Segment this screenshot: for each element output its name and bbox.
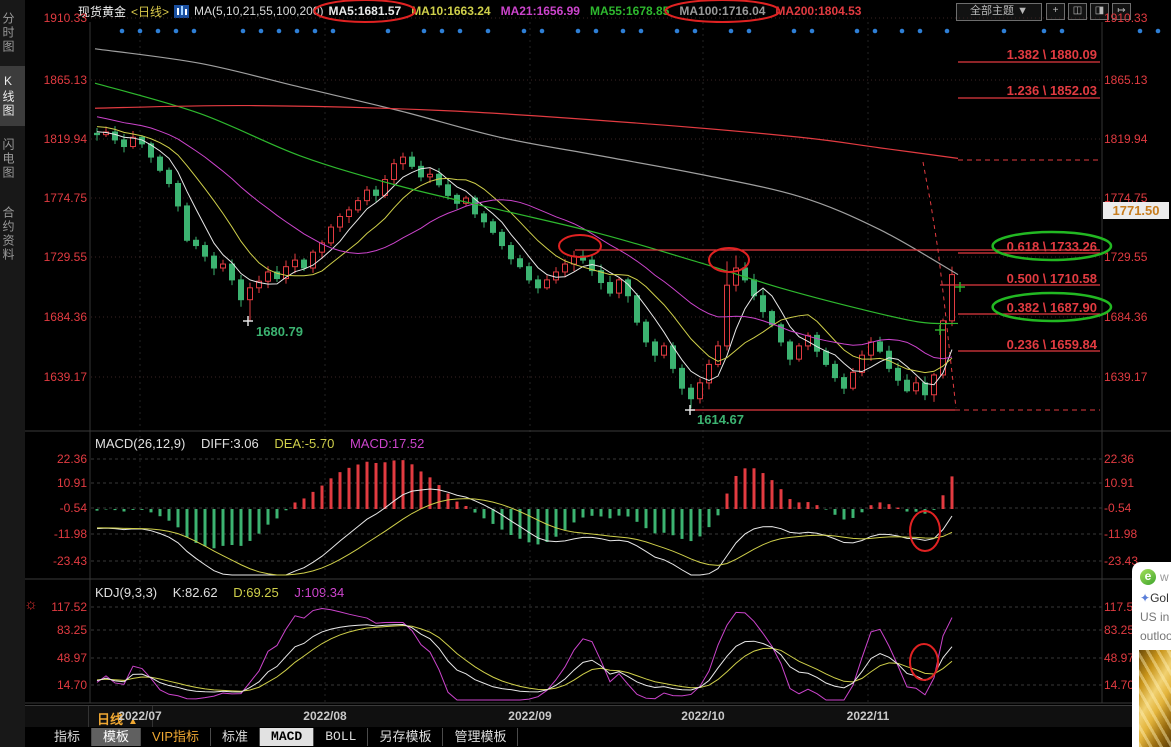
date-axis-label: 2022/09 xyxy=(508,709,551,723)
trading-terminal: 分时图 K线图闪电图合约资料 现货黄金<日线> MA(5,10,21,55,100… xyxy=(0,0,1171,747)
gold-bars-image xyxy=(1139,650,1171,747)
fib-level-label: 1.382 \ 1880.09 xyxy=(955,47,1097,62)
macd-tick-right: -0.54 xyxy=(1104,501,1168,515)
macd-tick-left: -11.98 xyxy=(26,527,87,541)
kdj-tick-left: 83.25 xyxy=(26,623,87,637)
macd-tick-right: -11.98 xyxy=(1104,527,1168,541)
bottom-tab[interactable]: 标准 xyxy=(211,728,260,746)
kdj-j-value: J:109.34 xyxy=(294,585,344,600)
macd-tick-left: -0.54 xyxy=(26,501,87,515)
bottom-tab[interactable]: 指标 xyxy=(43,728,92,746)
popup-headline: Gol xyxy=(1150,591,1169,605)
kdj-d-value: D:69.25 xyxy=(233,585,279,600)
price-tick-right: 1684.36 xyxy=(1104,310,1168,324)
bottom-tab[interactable]: BOLL xyxy=(314,728,368,746)
price-tick-left: 1865.13 xyxy=(26,73,87,87)
chart-canvas[interactable] xyxy=(90,22,1102,703)
macd-diff-value: DIFF:3.06 xyxy=(201,436,259,451)
time-axis-bar: 日线▲ 2022/072022/082022/092022/102022/11 xyxy=(25,705,1171,728)
macd-tick-left: -23.43 xyxy=(26,554,87,568)
macd-tick-right: 22.36 xyxy=(1104,452,1168,466)
bottom-tab-bar: 指标模板VIP指标标准MACDBOLL另存模板管理模板 xyxy=(25,727,1171,747)
ma-value: MA5:1681.57 xyxy=(328,4,401,18)
price-tick-left: 1684.36 xyxy=(26,310,87,324)
sidebar-item-3[interactable]: 闪电图 xyxy=(0,130,25,188)
price-tick-left: 1910.33 xyxy=(26,11,87,25)
browser-e-icon: e xyxy=(1140,569,1156,585)
price-tick-left: 1639.17 xyxy=(26,370,87,384)
kdj-tick-left: 117.52 xyxy=(26,600,87,614)
popup-text-3: outloo xyxy=(1140,627,1171,646)
ma-value: MA10:1663.24 xyxy=(411,4,490,18)
macd-dea-value: DEA:-5.70 xyxy=(274,436,334,451)
ma-values: MA5:1681.57 MA10:1663.24 MA21:1656.99 MA55:… xyxy=(328,4,871,18)
kdj-title: KDJ(9,3,3) xyxy=(95,585,157,600)
popup-text-2: US in xyxy=(1140,608,1171,627)
macd-macd-value: MACD:17.52 xyxy=(350,436,424,451)
date-axis-label: 2022/07 xyxy=(118,709,161,723)
kdj-k-value: K:82.62 xyxy=(173,585,218,600)
ma-value: MA200:1804.53 xyxy=(775,4,861,18)
fib-level-label: 0.382 \ 1687.90 xyxy=(955,300,1097,315)
bottom-tab[interactable]: 管理模板 xyxy=(443,728,518,746)
kdj-tick-left: 14.70 xyxy=(26,678,87,692)
bottom-tab[interactable]: VIP指标 xyxy=(141,728,211,746)
kdj-tick-left: 48.97 xyxy=(26,651,87,665)
fib-level-label: 0.500 \ 1710.58 xyxy=(955,271,1097,286)
candlestick-icon xyxy=(174,5,189,18)
sparkle-icon: ✦ xyxy=(1140,591,1150,605)
price-tick-right: 1639.17 xyxy=(1104,370,1168,384)
fib-level-label: 1.236 \ 1852.03 xyxy=(955,83,1097,98)
price-tick-right: 1910.33 xyxy=(1104,11,1168,25)
price-tick-left: 1819.94 xyxy=(26,132,87,146)
price-tick-right: 1819.94 xyxy=(1104,132,1168,146)
price-extreme-label: 1680.79 xyxy=(256,324,303,339)
macd-tick-left: 22.36 xyxy=(26,452,87,466)
chevron-down-icon: ▼ xyxy=(1017,5,1028,17)
price-tick-right: 1729.55 xyxy=(1104,250,1168,264)
chart-header: 现货黄金<日线> MA(5,10,21,55,100,200) MA5:1681… xyxy=(78,0,871,22)
date-axis-label: 2022/10 xyxy=(681,709,724,723)
news-popup[interactable]: e w ✦Gol US in outloo xyxy=(1132,562,1171,747)
ma-value: MA55:1678.85 xyxy=(590,4,669,18)
sidebar-item-2[interactable]: K线图 xyxy=(0,66,25,126)
price-tick-left: 1774.75 xyxy=(26,191,87,205)
all-themes-button[interactable]: 全部主题 ▼ xyxy=(956,3,1042,21)
left-sidebar: 分时图 K线图闪电图合约资料 xyxy=(0,0,26,747)
sidebar-item-1[interactable]: 分时图 xyxy=(0,4,25,62)
crosshair-tool-icon[interactable]: + xyxy=(1046,3,1065,20)
ma-value: MA21:1656.99 xyxy=(501,4,580,18)
period-label: <日线> xyxy=(131,3,169,20)
price-tick-right: 1865.13 xyxy=(1104,73,1168,87)
price-tick-left: 1729.55 xyxy=(26,250,87,264)
bottom-tab[interactable]: 模板 xyxy=(92,728,141,746)
price-tick-right: 1774.75 xyxy=(1104,191,1168,205)
ma-params-label: MA(5,10,21,55,100,200) xyxy=(194,4,323,18)
macd-tick-left: 10.91 xyxy=(26,476,87,490)
scale-left-icon[interactable]: ◫ xyxy=(1068,3,1087,20)
price-extreme-label: 1614.67 xyxy=(697,412,744,427)
kdj-label-row: KDJ(9,3,3) K:82.62 D:69.25 J:109.34 xyxy=(95,585,356,600)
date-axis-label: 2022/08 xyxy=(303,709,346,723)
fib-level-label: 0.618 \ 1733.26 xyxy=(955,239,1097,254)
macd-label-row: MACD(26,12,9) DIFF:3.06 DEA:-5.70 MACD:1… xyxy=(95,436,436,451)
macd-tick-right: 10.91 xyxy=(1104,476,1168,490)
macd-title: MACD(26,12,9) xyxy=(95,436,185,451)
popup-source: w xyxy=(1160,570,1169,584)
bottom-tab[interactable]: MACD xyxy=(260,728,314,746)
sidebar-item-4[interactable]: 合约资料 xyxy=(0,196,25,272)
ma-value: MA100:1716.04 xyxy=(679,4,765,18)
fib-level-label: 0.236 \ 1659.84 xyxy=(955,337,1097,352)
date-axis-label: 2022/11 xyxy=(847,709,890,723)
bottom-tab[interactable]: 另存模板 xyxy=(368,728,443,746)
